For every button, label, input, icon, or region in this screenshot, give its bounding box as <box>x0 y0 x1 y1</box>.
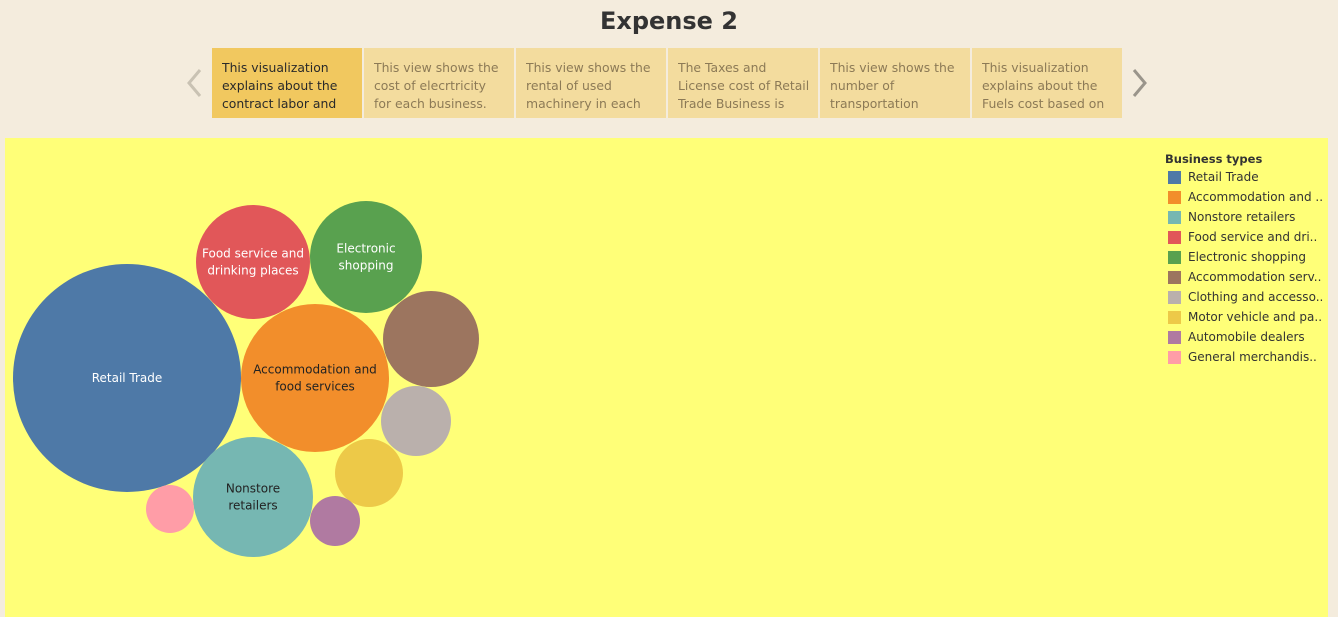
legend-label: Automobile dealers <box>1188 330 1305 344</box>
legend-label: Accommodation and .. <box>1188 190 1324 204</box>
legend-item[interactable]: General merchandis.. <box>1165 347 1325 367</box>
chevron-right-icon[interactable] <box>1128 66 1150 100</box>
legend-item[interactable]: Food service and dri.. <box>1165 227 1325 247</box>
legend-label: Nonstore retailers <box>1188 210 1296 224</box>
legend-item[interactable]: Motor vehicle and pa.. <box>1165 307 1325 327</box>
legend-title: Business types <box>1165 152 1263 166</box>
bubble[interactable] <box>241 304 389 452</box>
legend-swatch <box>1168 210 1181 224</box>
visualization-area: Retail Trade Accommodation and food servic… <box>5 138 1328 617</box>
story-point-text: This view shows the number of transporta… <box>830 60 955 111</box>
story-point-text: This view shows the cost of elecrtricity… <box>374 60 499 111</box>
legend-item[interactable]: Nonstore retailers <box>1165 207 1325 227</box>
legend-swatch <box>1168 250 1181 264</box>
legend-label: Retail Trade <box>1188 170 1259 184</box>
bubble-label: Retail Trade <box>92 371 163 385</box>
story-point-text: This view shows the rental of used machi… <box>526 60 651 111</box>
story-point-6[interactable]: This visualization explains about the Fu… <box>972 48 1122 118</box>
story-point-text: This visualization explains about the co… <box>222 60 338 111</box>
story-point-1[interactable]: This visualization explains about the co… <box>212 48 362 118</box>
story-page: Expense 2 This visualization explains ab… <box>0 0 1338 617</box>
legend-label: General merchandis.. <box>1188 350 1317 364</box>
legend-label: Accommodation serv.. <box>1188 270 1322 284</box>
story-navigator: This visualization explains about the co… <box>212 48 1122 118</box>
legend-label: Food service and dri.. <box>1188 230 1318 244</box>
bubble-label: drinking places <box>207 264 298 278</box>
legend-label: Clothing and accesso.. <box>1188 290 1324 304</box>
legend-item[interactable]: Electronic shopping <box>1165 247 1325 267</box>
story-point-5[interactable]: This view shows the number of transporta… <box>820 48 970 118</box>
bubble[interactable] <box>196 205 310 319</box>
legend-swatch <box>1168 290 1181 304</box>
bubble-label: food services <box>275 380 355 394</box>
legend-item[interactable]: Accommodation serv.. <box>1165 267 1325 287</box>
legend-label: Electronic shopping <box>1188 250 1306 264</box>
bubble-chart: Retail Trade Accommodation and food servic… <box>13 201 479 557</box>
legend-swatch <box>1168 350 1181 364</box>
legend-swatch <box>1168 170 1181 184</box>
story-point-3[interactable]: This view shows the rental of used machi… <box>516 48 666 118</box>
bubble-label: Nonstore <box>226 482 280 496</box>
bubble[interactable] <box>381 386 451 456</box>
legend-swatch <box>1168 230 1181 244</box>
legend-label: Motor vehicle and pa.. <box>1188 310 1323 324</box>
story-point-4[interactable]: The Taxes and License cost of Retail Tra… <box>668 48 818 118</box>
bubble[interactable] <box>146 485 194 533</box>
legend-swatch <box>1168 270 1181 284</box>
bubble-label: Electronic <box>336 242 395 256</box>
story-point-text: The Taxes and License cost of Retail Tra… <box>678 60 810 111</box>
bubble-label: shopping <box>339 259 394 273</box>
bubble[interactable] <box>335 439 403 507</box>
chevron-left-icon[interactable] <box>184 66 206 100</box>
legend-items: Retail Trade Accommodation and .. Nonstore… <box>1165 167 1325 367</box>
legend-item[interactable]: Automobile dealers <box>1165 327 1325 347</box>
legend-item[interactable]: Accommodation and .. <box>1165 187 1325 207</box>
bubble-label: Accommodation and <box>253 363 377 377</box>
story-point-2[interactable]: This view shows the cost of elecrtricity… <box>364 48 514 118</box>
legend-swatch <box>1168 330 1181 344</box>
bubble[interactable] <box>193 437 313 557</box>
bubble-label: Food service and <box>202 247 304 261</box>
legend-swatch <box>1168 310 1181 324</box>
page-title: Expense 2 <box>599 7 739 35</box>
bubble[interactable] <box>310 496 360 546</box>
bubble[interactable] <box>310 201 422 313</box>
legend-swatch <box>1168 190 1181 204</box>
legend-item[interactable]: Retail Trade <box>1165 167 1325 187</box>
legend-item[interactable]: Clothing and accesso.. <box>1165 287 1325 307</box>
bubble[interactable] <box>383 291 479 387</box>
story-point-text: This visualization explains about the Fu… <box>982 60 1105 111</box>
legend: Business types Retail Trade Accommodation… <box>1165 151 1325 367</box>
bubble-label: retailers <box>228 499 277 513</box>
